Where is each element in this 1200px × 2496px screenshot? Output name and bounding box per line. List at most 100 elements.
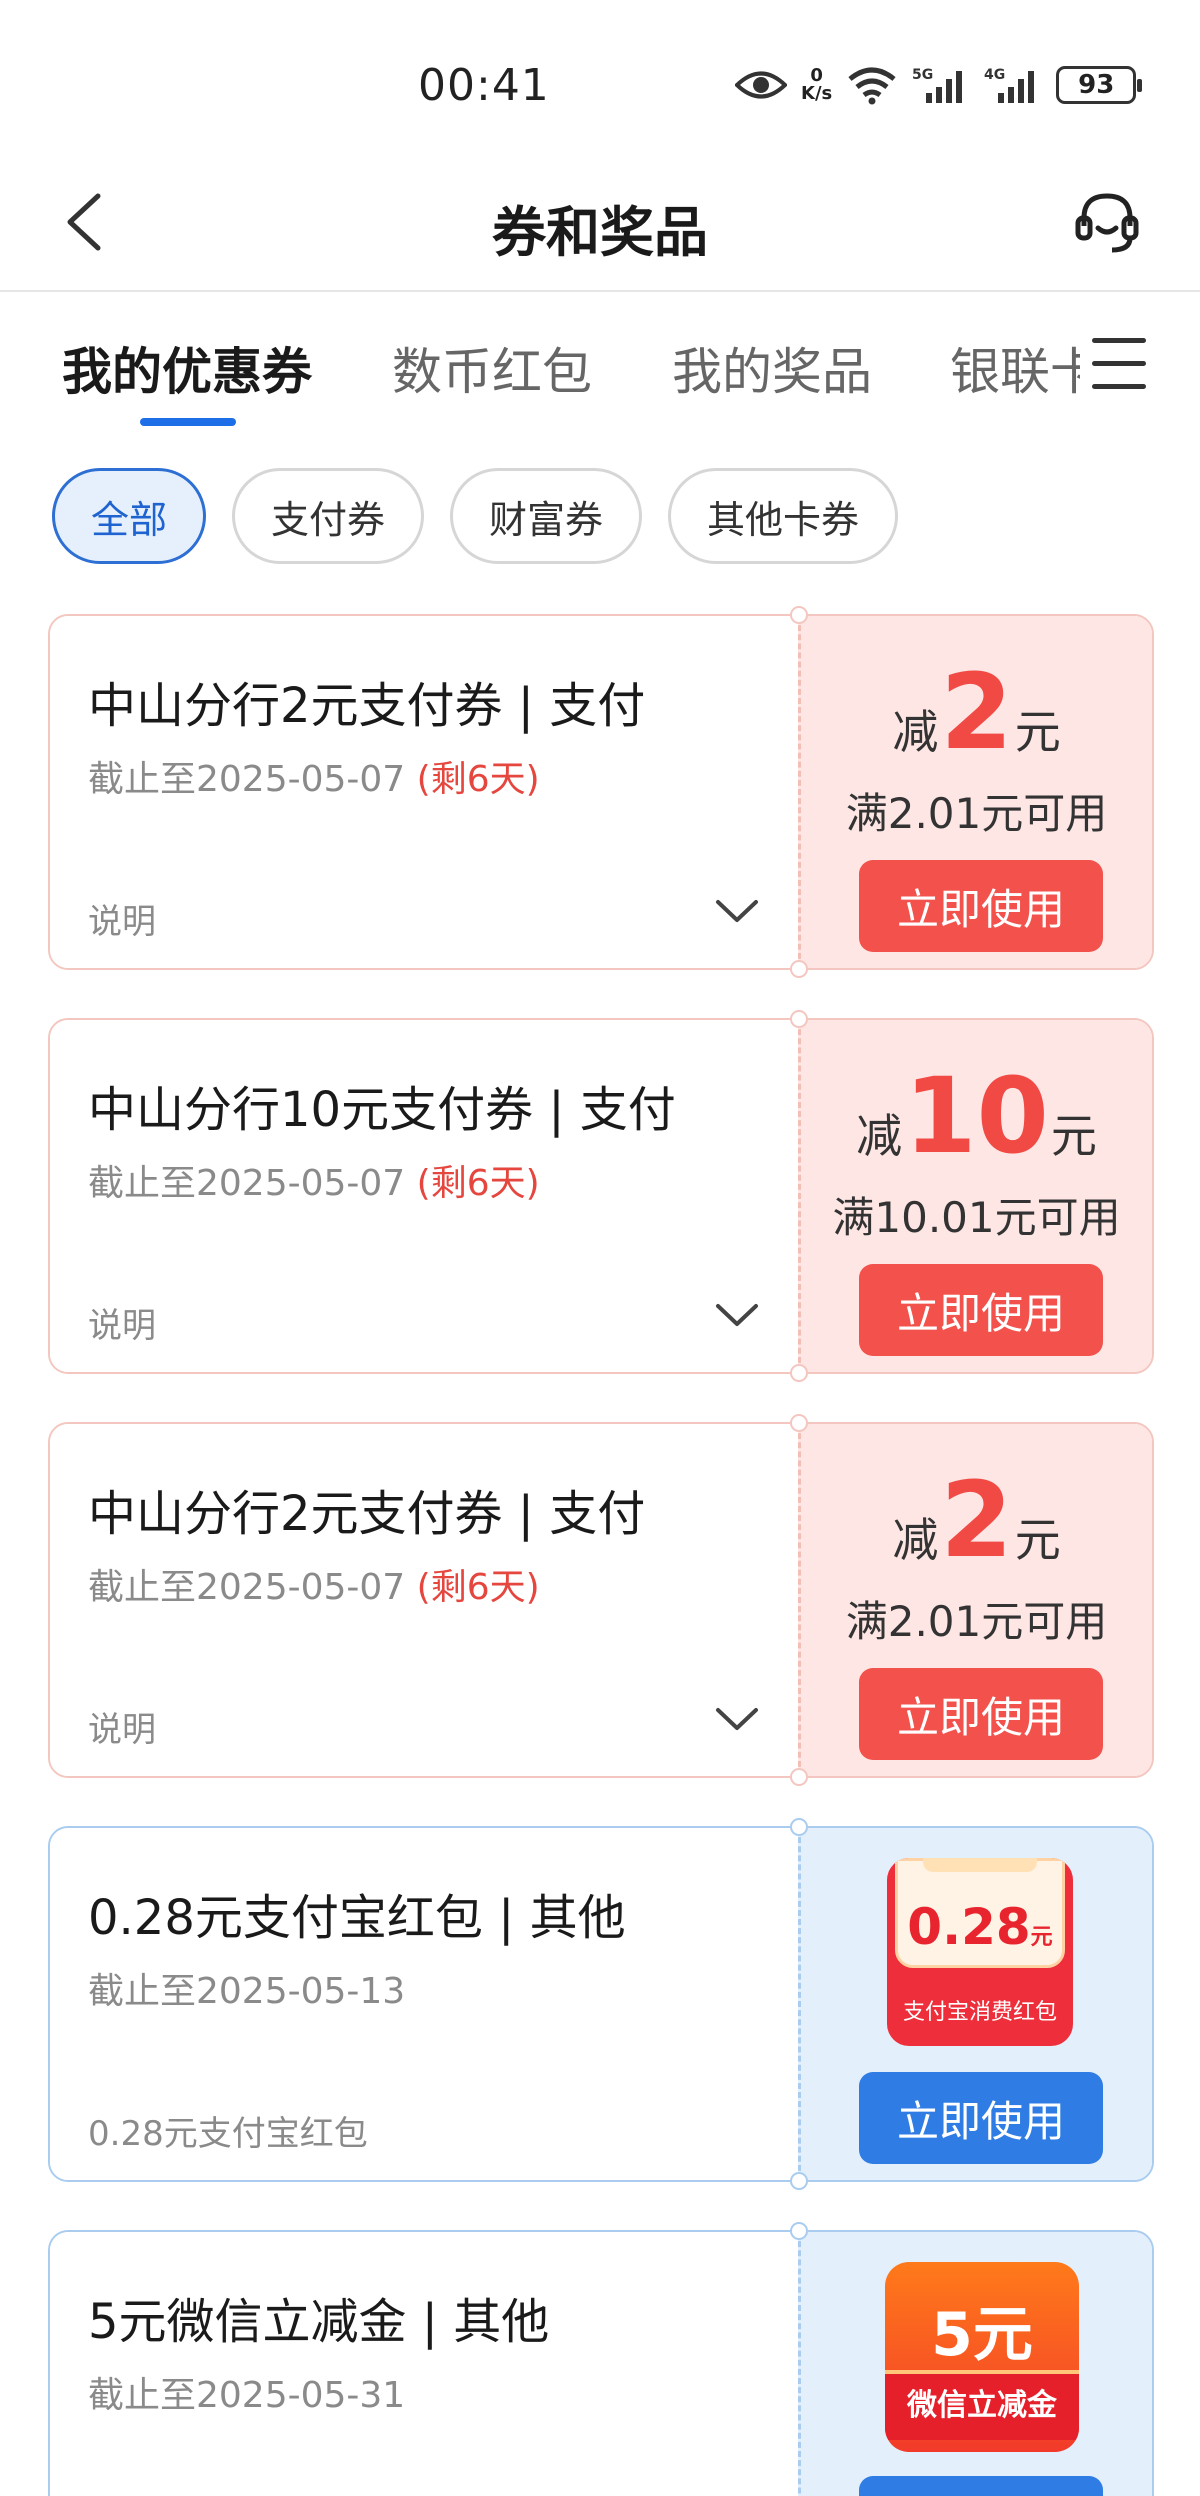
chevron-down-icon[interactable] xyxy=(714,896,760,926)
header: 券和奖品 xyxy=(0,150,1200,292)
chip-wealth-coupon[interactable]: 财富券 xyxy=(450,468,643,564)
signal-4g-label: 4G xyxy=(984,67,1005,83)
packet-amount-unit: 元 xyxy=(1030,1925,1053,1950)
coupon-card[interactable]: 5元微信立减金 | 其他 截止至2025-05-31 5元 微信立减金 xyxy=(48,2222,1154,2496)
packet-top-tab xyxy=(923,1858,1037,1872)
tab-my-prizes[interactable]: 我的奖品 xyxy=(672,332,872,404)
wechat-label: 微信立减金 xyxy=(907,2388,1057,2423)
amount-unit: 元 xyxy=(1014,1513,1061,1567)
amount-prefix: 减 xyxy=(856,1109,903,1163)
wechat-discount-image: 5元 微信立减金 xyxy=(885,2262,1079,2452)
coupon-title: 中山分行2元支付券 | 支付 xyxy=(88,1486,646,1542)
amount-prefix: 减 xyxy=(892,705,939,759)
coupon-expiry-date: 截止至2025-05-07 xyxy=(88,1567,406,1608)
coupon-days-left: (剩6天) xyxy=(416,1567,540,1608)
wechat-amount: 5元 xyxy=(931,2300,1033,2370)
ticket-notch xyxy=(790,1818,808,1836)
coupon-info: 0.28元支付宝红包 | 其他 截止至2025-05-13 0.28元支付宝红包 xyxy=(50,1828,798,2180)
amount-value: 2 xyxy=(940,651,1013,773)
battery-indicator: 93 xyxy=(1056,66,1143,104)
tab-unionpay-card[interactable]: 银联卡 xyxy=(950,332,1080,404)
menu-icon[interactable] xyxy=(1092,338,1146,396)
coupon-card[interactable]: 中山分行10元支付券 | 支付 截止至2025-05-07 (剩6天) 说明 减… xyxy=(48,1010,1154,1382)
network-speed: 0 K/s xyxy=(801,67,832,103)
coupon-info: 中山分行2元支付券 | 支付 截止至2025-05-07 (剩6天) 说明 xyxy=(50,616,798,968)
status-icons: 0 K/s 5G 4G 93 xyxy=(735,60,1143,110)
packet-label: 支付宝消费红包 xyxy=(902,2000,1057,2025)
coupon-description: 0.28元支付宝红包 xyxy=(88,2114,368,2154)
coupon-description-toggle[interactable]: 说明 xyxy=(88,1298,156,1347)
packet-amount-value: 0.28 xyxy=(907,1898,1031,1956)
coupon-description-toggle[interactable]: 说明 xyxy=(88,894,156,943)
coupon-value-panel: 减 2 元 满2.01元可用 立即使用 xyxy=(798,1424,1152,1776)
chip-other-cards[interactable]: 其他卡券 xyxy=(668,468,899,564)
coupon-value-panel: 减 10 元 满10.01元可用 立即使用 xyxy=(798,1020,1152,1372)
coupon-card[interactable]: 中山分行2元支付券 | 支付 截止至2025-05-07 (剩6天) 说明 减 … xyxy=(48,606,1154,978)
page-title: 券和奖品 xyxy=(492,201,708,264)
coupon-condition: 满2.01元可用 xyxy=(845,1597,1108,1646)
coupon-expiry: 截止至2025-05-13 xyxy=(88,1971,406,2012)
signal-5g-icon: 5G xyxy=(912,67,963,103)
coupon-title: 中山分行2元支付券 | 支付 xyxy=(88,678,646,734)
customer-service-icon[interactable] xyxy=(1072,188,1142,258)
coupon-expiry: 截止至2025-05-07 (剩6天) xyxy=(88,750,540,802)
tab-digital-red-packet[interactable]: 数币红包 xyxy=(392,332,592,404)
wifi-icon xyxy=(848,67,896,105)
coupon-card[interactable]: 中山分行2元支付券 | 支付 截止至2025-05-07 (剩6天) 说明 减 … xyxy=(48,1414,1154,1786)
use-now-button[interactable]: 立即使用 xyxy=(859,2072,1103,2164)
status-time: 00:41 xyxy=(418,60,550,111)
tab-my-coupons[interactable]: 我的优惠券 xyxy=(62,332,312,404)
signal-4g-icon: 4G xyxy=(984,67,1035,103)
amount-value: 2 xyxy=(940,1459,1013,1581)
coupon-title: 中山分行10元支付券 | 支付 xyxy=(88,1082,676,1138)
signal-5g-label: 5G xyxy=(912,67,933,83)
ticket-notch xyxy=(790,960,808,978)
ticket-notch xyxy=(790,2172,808,2190)
coupon-info: 中山分行10元支付券 | 支付 截止至2025-05-07 (剩6天) 说明 xyxy=(50,1020,798,1372)
coupon-title: 5元微信立减金 | 其他 xyxy=(88,2294,550,2350)
chip-payment-coupon[interactable]: 支付券 xyxy=(232,468,425,564)
use-now-button[interactable] xyxy=(859,2476,1103,2496)
amount-unit: 元 xyxy=(1050,1109,1097,1163)
chevron-down-icon[interactable] xyxy=(714,1300,760,1330)
coupon-card[interactable]: 0.28元支付宝红包 | 其他 截止至2025-05-13 0.28元支付宝红包… xyxy=(48,1818,1154,2190)
coupon-condition: 满2.01元可用 xyxy=(845,789,1108,838)
coupon-value-panel: 减 2 元 满2.01元可用 立即使用 xyxy=(798,616,1152,968)
ticket-notch xyxy=(790,1768,808,1786)
amount-prefix: 减 xyxy=(892,1513,939,1567)
coupon-info: 中山分行2元支付券 | 支付 截止至2025-05-07 (剩6天) 说明 xyxy=(50,1424,798,1776)
ticket-notch xyxy=(790,1010,808,1028)
coupon-amount: 减 2 元 xyxy=(801,1468,1152,1572)
eye-icon xyxy=(735,71,787,99)
coupon-days-left: (剩6天) xyxy=(416,1163,540,1204)
use-now-button[interactable]: 立即使用 xyxy=(859,1264,1103,1356)
packet-amount: 0.28元 xyxy=(887,1898,1073,1956)
ticket-notch xyxy=(790,1364,808,1382)
speed-unit: K/s xyxy=(801,83,833,104)
coupon-days-left: (剩6天) xyxy=(416,759,540,800)
chevron-down-icon[interactable] xyxy=(714,1704,760,1734)
chip-all[interactable]: 全部 xyxy=(52,468,207,564)
filter-chips: 全部 支付券 财富券 其他卡券 xyxy=(52,468,899,564)
coupon-expiry: 截止至2025-05-07 (剩6天) xyxy=(88,1558,540,1610)
coupon-title: 0.28元支付宝红包 | 其他 xyxy=(88,1890,626,1946)
alipay-red-packet-image: 0.28元 支付宝消费红包 xyxy=(887,1858,1073,2046)
ticket-notch xyxy=(790,2222,808,2240)
coupon-description-toggle[interactable]: 说明 xyxy=(88,1702,156,1751)
coupon-condition: 满10.01元可用 xyxy=(832,1193,1121,1242)
coupon-value-panel: 0.28元 支付宝消费红包 立即使用 xyxy=(798,1828,1152,2180)
ticket-notch xyxy=(790,1414,808,1432)
coupon-expiry-date: 截止至2025-05-07 xyxy=(88,759,406,800)
tab-active-indicator xyxy=(140,418,236,426)
coupon-info: 5元微信立减金 | 其他 截止至2025-05-31 xyxy=(50,2232,798,2496)
use-now-button[interactable]: 立即使用 xyxy=(859,1668,1103,1760)
coupon-amount: 减 10 元 xyxy=(801,1064,1152,1168)
use-now-button[interactable]: 立即使用 xyxy=(859,860,1103,952)
coupon-value-panel: 5元 微信立减金 xyxy=(798,2232,1152,2496)
amount-value: 10 xyxy=(904,1055,1049,1177)
coupon-expiry: 截止至2025-05-07 (剩6天) xyxy=(88,1154,540,1206)
coupon-expiry-date: 截止至2025-05-07 xyxy=(88,1163,406,1204)
ticket-notch xyxy=(790,606,808,624)
coupon-expiry: 截止至2025-05-31 xyxy=(88,2375,406,2416)
status-bar: 00:41 0 K/s 5G 4G 93 xyxy=(0,0,1200,150)
